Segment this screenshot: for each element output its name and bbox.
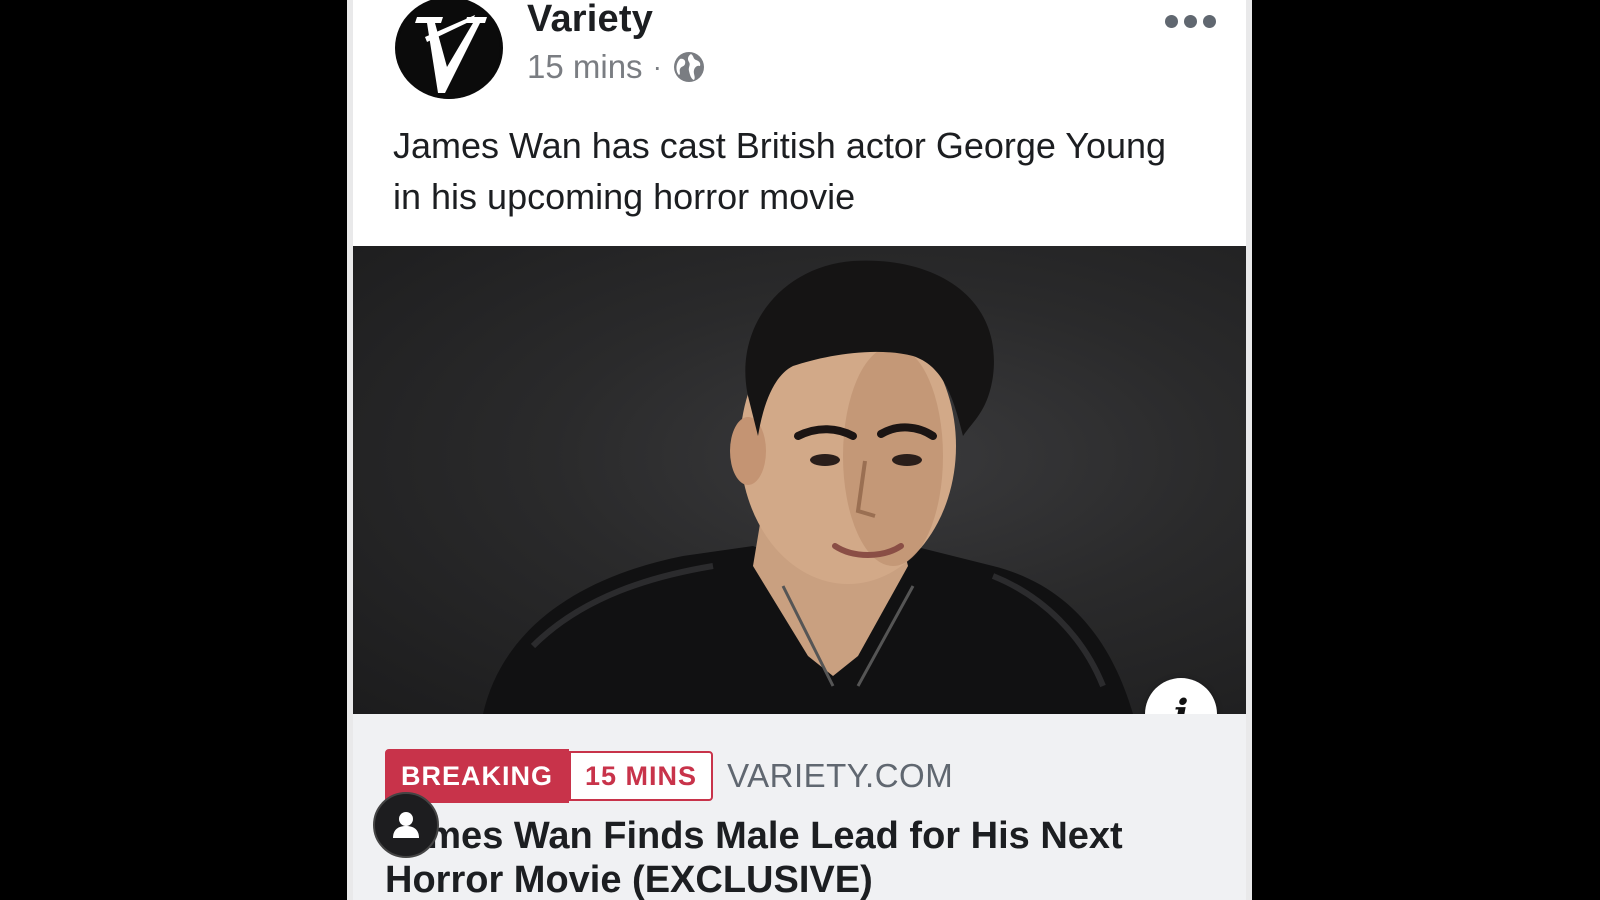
globe-icon[interactable]	[672, 50, 706, 84]
page-avatar[interactable]	[395, 0, 503, 99]
time-badge: 15 MINS	[569, 751, 714, 801]
page-name[interactable]: Variety	[527, 0, 653, 41]
more-options-icon[interactable]	[1165, 15, 1216, 28]
link-preview[interactable]: BREAKING 15 MINS VARIETY.COM James Wan F…	[353, 714, 1246, 900]
post-card: Variety 15 mins · James Wan has cast Bri…	[347, 0, 1252, 900]
link-headline[interactable]: James Wan Finds Male Lead for His Next H…	[385, 814, 1205, 900]
post-image[interactable]	[353, 246, 1246, 714]
post-text: James Wan has cast British actor George …	[393, 125, 1167, 217]
actor-photo	[483, 260, 1133, 714]
variety-logo-icon	[398, 0, 500, 99]
post-meta: 15 mins ·	[527, 48, 706, 86]
meta-separator: ·	[652, 51, 662, 82]
link-domain: VARIETY.COM	[727, 757, 954, 794]
person-icon[interactable]	[373, 792, 439, 858]
post-time[interactable]: 15 mins	[527, 48, 643, 86]
badge-row: BREAKING 15 MINS VARIETY.COM	[385, 749, 953, 803]
